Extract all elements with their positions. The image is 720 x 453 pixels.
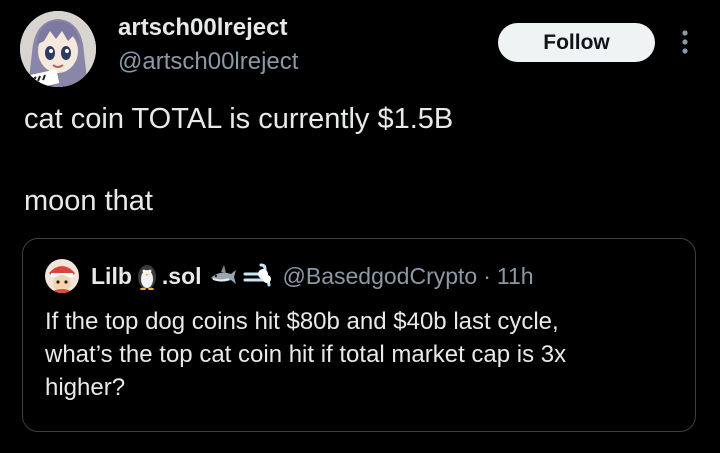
dash-icon (243, 263, 271, 287)
penguin-icon (137, 265, 156, 290)
more-options-icon (682, 30, 688, 54)
quoted-text-line: what’s the top cat coin hit if total mar… (45, 341, 567, 368)
separator-dot: · (483, 262, 491, 289)
quoted-author-name-part2: .sol (161, 262, 202, 289)
author-name[interactable]: artsch00lreject (118, 14, 287, 42)
quoted-tweet-text: If the top dog coins hit $80b and $40b l… (45, 305, 675, 404)
shark-icon (210, 265, 236, 284)
tweet-text-line-2: moon that (24, 185, 153, 217)
author-handle[interactable]: @artsch00lreject (118, 48, 298, 76)
author-avatar[interactable] (20, 11, 96, 87)
quoted-text-line: higher? (45, 374, 126, 401)
quoted-author-name[interactable]: Lilb .sol (91, 262, 274, 290)
quoted-author-handle[interactable]: @BasedgodCrypto (283, 263, 478, 290)
follow-button[interactable]: Follow (498, 23, 655, 62)
quoted-tweet-card[interactable]: Lilb .sol @BasedgodCrypto · 11h If the t… (22, 238, 696, 432)
tweet-text-line-1: cat coin TOTAL is currently $1.5B (24, 103, 454, 135)
quoted-tweet-header: Lilb .sol @BasedgodCrypto · 11h (45, 259, 534, 293)
quoted-author-avatar[interactable] (45, 259, 79, 293)
cartoon-avatar-icon (45, 259, 79, 293)
more-options-button[interactable] (674, 28, 696, 56)
quoted-author-name-part1: Lilb (91, 262, 132, 289)
anime-character-avatar-icon (20, 11, 96, 87)
quoted-tweet-timestamp[interactable]: 11h (497, 263, 534, 290)
quoted-text-line: If the top dog coins hit $80b and $40b l… (45, 308, 559, 335)
